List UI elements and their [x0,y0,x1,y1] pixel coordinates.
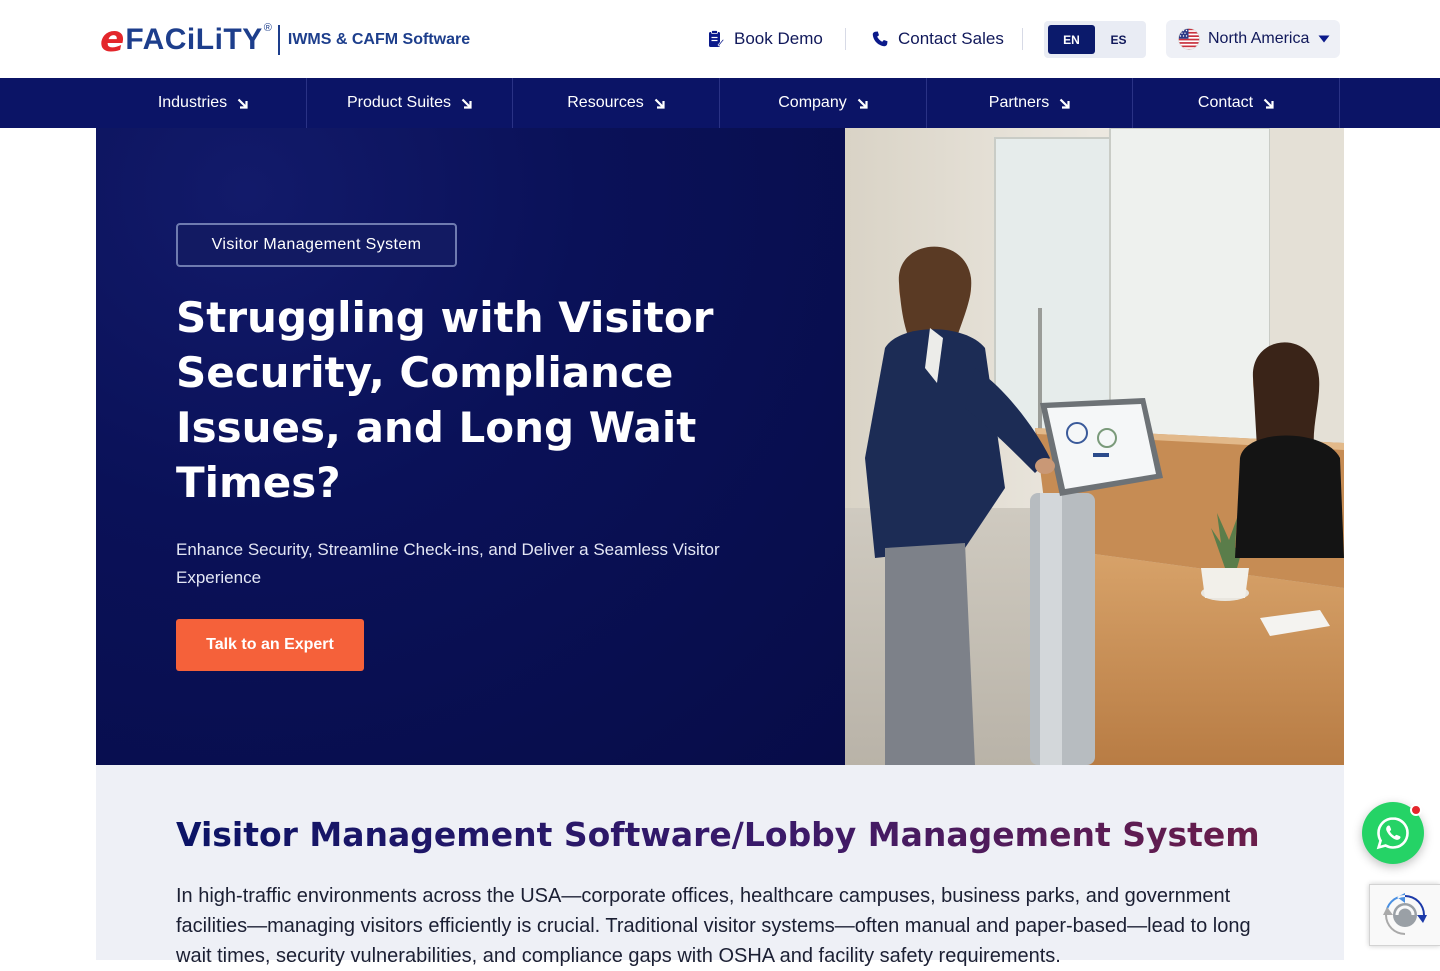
contact-sales-link[interactable]: Contact Sales [872,28,1004,50]
region-selector[interactable]: North America [1166,20,1340,58]
language-es-button[interactable]: ES [1095,25,1142,54]
book-demo-icon [709,30,724,47]
talk-to-expert-button[interactable]: Talk to an Expert [176,619,364,671]
nav-item-industries[interactable]: Industries [100,78,307,128]
top-header: e FACiLiTY ® IWMS & CAFM Software Book D… [0,0,1440,78]
us-flag-icon [1178,28,1200,50]
notification-dot [1410,804,1422,816]
book-demo-link[interactable]: Book Demo [708,28,823,50]
arrow-down-right-icon [654,98,665,109]
hero-title: Struggling with Visitor Security, Compli… [176,293,714,507]
logo-separator [277,25,280,55]
nav-item-contact[interactable]: Contact [1133,78,1340,128]
nav-item-label: Company [778,94,847,111]
nav-item-product-suites[interactable]: Product Suites [307,78,513,128]
language-en-button[interactable]: EN [1048,25,1095,54]
logo-wordmark: FACiLiTY [125,23,263,56]
whatsapp-icon [1376,817,1409,850]
chevron-down-icon [1318,35,1330,43]
recaptcha-badge[interactable] [1369,884,1440,946]
nav-item-label: Resources [567,94,644,111]
hero-text-panel: Visitor Management System Struggling wit… [96,128,845,765]
arrow-down-right-icon [237,98,248,109]
visitor-kiosk-illustration [845,128,1344,765]
main-navigation: Industries Product Suites Resources Comp… [0,78,1440,128]
hero-section: Visitor Management System Struggling wit… [96,128,1344,765]
header-divider [845,28,846,50]
contact-sales-label: Contact Sales [898,29,1004,48]
nav-item-label: Contact [1197,94,1254,111]
logo-tagline: IWMS & CAFM Software [287,31,471,48]
phone-icon [872,31,888,47]
intro-section: Visitor Management Software/Lobby Manage… [96,765,1344,967]
recaptcha-icon [1383,893,1427,935]
hero-badge: Visitor Management System [176,223,457,267]
arrow-down-right-icon [1263,98,1274,109]
arrow-down-right-icon [461,98,472,109]
header-divider [1022,28,1023,50]
language-switcher: EN ES [1044,21,1146,58]
nav-item-label: Partners [988,94,1050,111]
arrow-down-right-icon [1059,98,1070,109]
section-body: In high-traffic environments across the … [176,885,1251,967]
region-label: North America [1208,30,1310,47]
nav-item-label: Industries [157,94,228,111]
logo-e-letter: e [100,19,125,60]
logo-registered-mark: ® [263,22,272,34]
nav-item-resources[interactable]: Resources [513,78,720,128]
section-title: Visitor Management Software/Lobby Manage… [176,815,1260,854]
nav-item-partners[interactable]: Partners [927,78,1133,128]
nav-item-label: Product Suites [346,94,452,111]
arrow-down-right-icon [857,98,868,109]
nav-item-company[interactable]: Company [720,78,927,128]
efacility-logo[interactable]: e FACiLiTY ® IWMS & CAFM Software [100,20,470,60]
hero-subtitle: Enhance Security, Streamline Check-ins, … [176,540,720,587]
hero-image [845,128,1344,765]
book-demo-label: Book Demo [734,29,823,48]
